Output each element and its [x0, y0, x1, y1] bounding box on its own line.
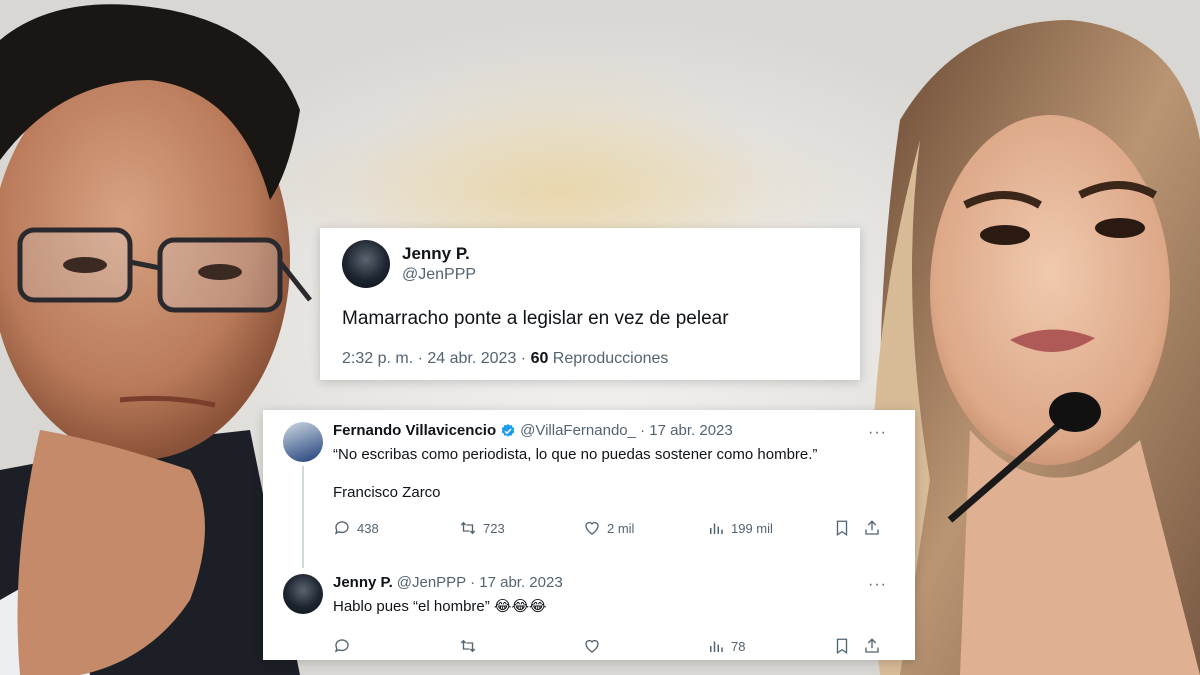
tweet-text: Hablo pues “el hombre” 😂😂😂 [333, 598, 547, 615]
verified-badge-icon [501, 423, 515, 437]
tweet-timestamp[interactable]: 2:32 p. m. · 24 abr. 2023 · [342, 350, 531, 367]
reply-button[interactable] [333, 637, 459, 655]
avatar[interactable] [342, 240, 390, 288]
tweet-author-name[interactable]: Fernando Villavicencio [333, 422, 496, 439]
views-chart-icon [710, 523, 723, 534]
share-button[interactable] [863, 519, 893, 537]
tweet-actions: 78 [333, 637, 895, 655]
like-button[interactable] [583, 637, 707, 655]
heart-icon [585, 639, 599, 653]
tweet-card-jenny[interactable]: Jenny P. @JenPPP Mamarracho ponte a legi… [320, 228, 860, 380]
tweet-jenny-reply[interactable]: Jenny P. @JenPPP · 17 abr. 2023 ··· Habl… [283, 574, 895, 655]
like-button[interactable]: 2 mil [583, 519, 707, 537]
bookmark-icon [836, 638, 848, 655]
reply-button[interactable]: 438 [333, 519, 459, 537]
tweet-text: “No escribas como periodista, lo que no … [333, 446, 818, 463]
like-count: 2 mil [607, 520, 635, 536]
reply-icon [334, 521, 349, 535]
tweet-actions: 438 723 2 mil 199 mil [333, 519, 895, 537]
avatar[interactable] [283, 422, 323, 462]
bookmark-button[interactable] [833, 637, 863, 655]
tweet-text-attribution: Francisco Zarco [333, 484, 441, 501]
tweet-fernando[interactable]: Fernando Villavicencio @VillaFernando_ ·… [283, 422, 895, 568]
tweet-meta: 2:32 p. m. · 24 abr. 2023 · 60 Reproducc… [342, 350, 838, 368]
thread-connector-line [302, 466, 304, 568]
view-count: 199 mil [731, 520, 773, 536]
more-options-icon[interactable]: ··· [868, 424, 887, 442]
reply-icon [334, 639, 349, 653]
heart-icon [585, 521, 599, 535]
share-button[interactable] [863, 637, 893, 655]
more-options-icon[interactable]: ··· [868, 576, 887, 594]
avatar[interactable] [283, 574, 323, 614]
bookmark-button[interactable] [833, 519, 863, 537]
tweet-author-name[interactable]: Jenny P. [333, 574, 393, 591]
share-icon [865, 520, 879, 535]
tweet-text: Mamarracho ponte a legislar en vez de pe… [342, 308, 729, 329]
retweet-icon [460, 639, 476, 653]
retweet-button[interactable]: 723 [459, 519, 583, 537]
views-chart-icon [710, 641, 723, 652]
bookmark-icon [836, 520, 848, 537]
views-button[interactable]: 78 [707, 637, 833, 655]
view-count: 78 [731, 638, 746, 654]
tweet-author-handle[interactable]: @VillaFernando_ · 17 abr. 2023 [520, 422, 733, 439]
tweet-view-label: Reproducciones [548, 350, 669, 367]
tweet-thread-card: Fernando Villavicencio @VillaFernando_ ·… [263, 410, 915, 660]
retweet-button[interactable] [459, 637, 583, 655]
tweet-view-count: 60 [530, 350, 549, 367]
share-icon [865, 638, 879, 653]
reply-count: 438 [357, 520, 379, 536]
tweet-author-handle[interactable]: @JenPPP · 17 abr. 2023 [397, 574, 563, 591]
views-button[interactable]: 199 mil [707, 519, 833, 537]
tweet-author-name[interactable]: Jenny P. [402, 244, 476, 264]
retweet-count: 723 [483, 520, 505, 536]
tweet-author-handle[interactable]: @JenPPP [402, 266, 476, 284]
retweet-icon [460, 521, 476, 535]
